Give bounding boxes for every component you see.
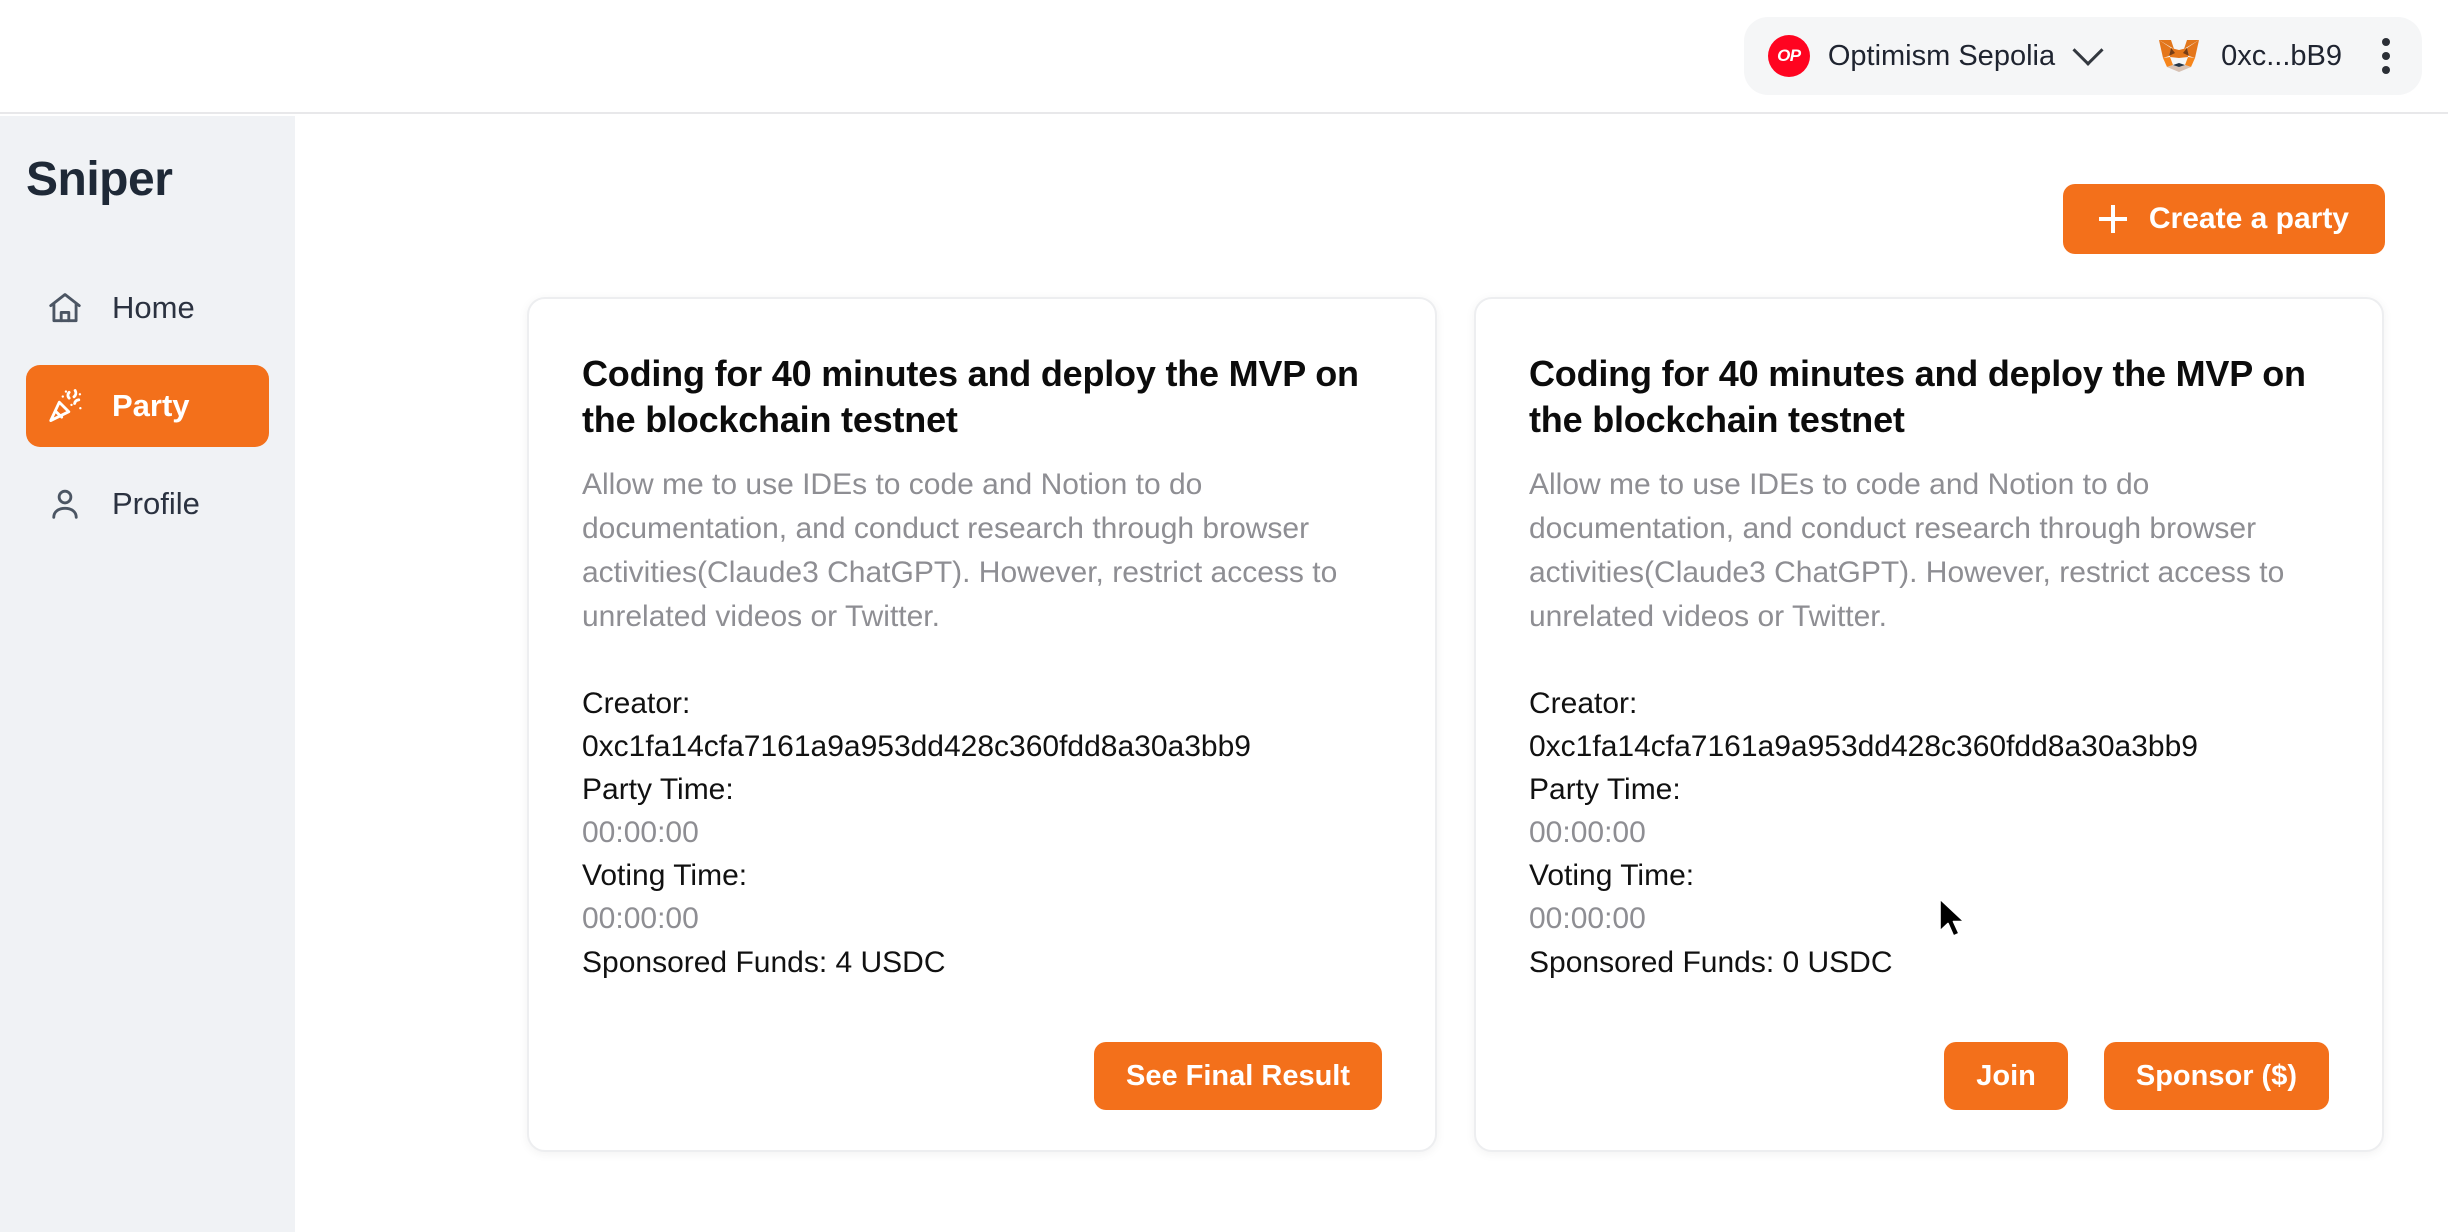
sponsored-funds-value: Sponsored Funds: 0 USDC <box>1529 945 1893 979</box>
plus-icon <box>2098 205 2127 233</box>
party-time-value: 00:00:00 <box>582 816 699 850</box>
party-card-meta: Creator: 0xc1fa14cfa7161a9a953dd428c360f… <box>582 682 1382 984</box>
main-content: Create a party Coding for 40 minutes and… <box>295 116 2448 1232</box>
party-card-actions: Join Sponsor ($) <box>1529 996 2329 1110</box>
sidebar-item-label-profile: Profile <box>112 486 200 521</box>
create-party-button[interactable]: Create a party <box>2062 184 2385 254</box>
sidebar: Sniper Home Party Profile <box>0 116 295 1232</box>
creator-label: Creator: <box>582 686 691 720</box>
sidebar-item-label-home: Home <box>112 290 195 325</box>
see-final-result-button[interactable]: See Final Result <box>1093 1042 1382 1110</box>
voting-time-value: 00:00:00 <box>582 902 699 936</box>
network-selector[interactable]: OP Optimism Sepolia <box>1767 34 2119 77</box>
party-card[interactable]: Coding for 40 minutes and deploy the MVP… <box>1474 297 2384 1152</box>
party-card-meta: Creator: 0xc1fa14cfa7161a9a953dd428c360f… <box>1529 682 2329 984</box>
app-brand-title: Sniper <box>26 153 173 206</box>
voting-time-value: 00:00:00 <box>1529 902 1646 936</box>
join-button[interactable]: Join <box>1944 1042 2068 1110</box>
voting-time-label: Voting Time: <box>582 859 748 893</box>
party-card-title: Coding for 40 minutes and deploy the MVP… <box>582 353 1359 441</box>
party-card-description: Allow me to use IDEs to code and Notion … <box>1529 468 2285 634</box>
network-name-label: Optimism Sepolia <box>1827 39 2056 72</box>
create-party-label: Create a party <box>2148 202 2349 235</box>
party-time-label: Party Time: <box>1529 772 1681 806</box>
sponsored-funds-value: Sponsored Funds: 4 USDC <box>582 945 946 979</box>
account-address-label: 0xc...bB9 <box>2221 39 2342 72</box>
creator-label: Creator: <box>1529 686 1638 720</box>
sidebar-nav: Home Party Profile <box>0 267 295 545</box>
chevron-down-icon <box>2072 34 2104 66</box>
metamask-fox-icon <box>2159 40 2200 72</box>
kebab-menu-icon[interactable] <box>2376 32 2396 80</box>
creator-address: 0xc1fa14cfa7161a9a953dd428c360fdd8a30a3b… <box>582 729 1251 763</box>
sidebar-item-home[interactable]: Home <box>26 267 269 349</box>
optimism-badge-icon: OP <box>1767 35 1810 77</box>
wallet-cluster: OP Optimism Sepolia 0xc...bB9 <box>1743 17 2422 95</box>
party-time-value: 00:00:00 <box>1529 816 1646 850</box>
sidebar-item-party[interactable]: Party <box>26 365 269 447</box>
sponsor-button[interactable]: Sponsor ($) <box>2103 1042 2329 1110</box>
party-card[interactable]: Coding for 40 minutes and deploy the MVP… <box>527 297 1437 1152</box>
party-card-description: Allow me to use IDEs to code and Notion … <box>582 468 1338 634</box>
party-time-label: Party Time: <box>582 772 734 806</box>
create-party-row: Create a party <box>295 116 2448 254</box>
creator-address: 0xc1fa14cfa7161a9a953dd428c360fdd8a30a3b… <box>1529 729 2198 763</box>
home-icon <box>49 293 81 323</box>
account-chip[interactable]: 0xc...bB9 <box>2119 36 2342 76</box>
sidebar-item-profile[interactable]: Profile <box>26 463 269 545</box>
party-popper-icon <box>49 389 82 422</box>
sidebar-item-label-party: Party <box>112 388 190 423</box>
party-card-title: Coding for 40 minutes and deploy the MVP… <box>1529 353 2306 441</box>
top-header-bar: OP Optimism Sepolia 0xc...bB9 <box>0 0 2448 114</box>
party-card-list: Coding for 40 minutes and deploy the MVP… <box>295 254 2448 1152</box>
party-card-actions: See Final Result <box>582 996 1382 1110</box>
voting-time-label: Voting Time: <box>1529 859 1695 893</box>
person-icon <box>52 489 78 519</box>
